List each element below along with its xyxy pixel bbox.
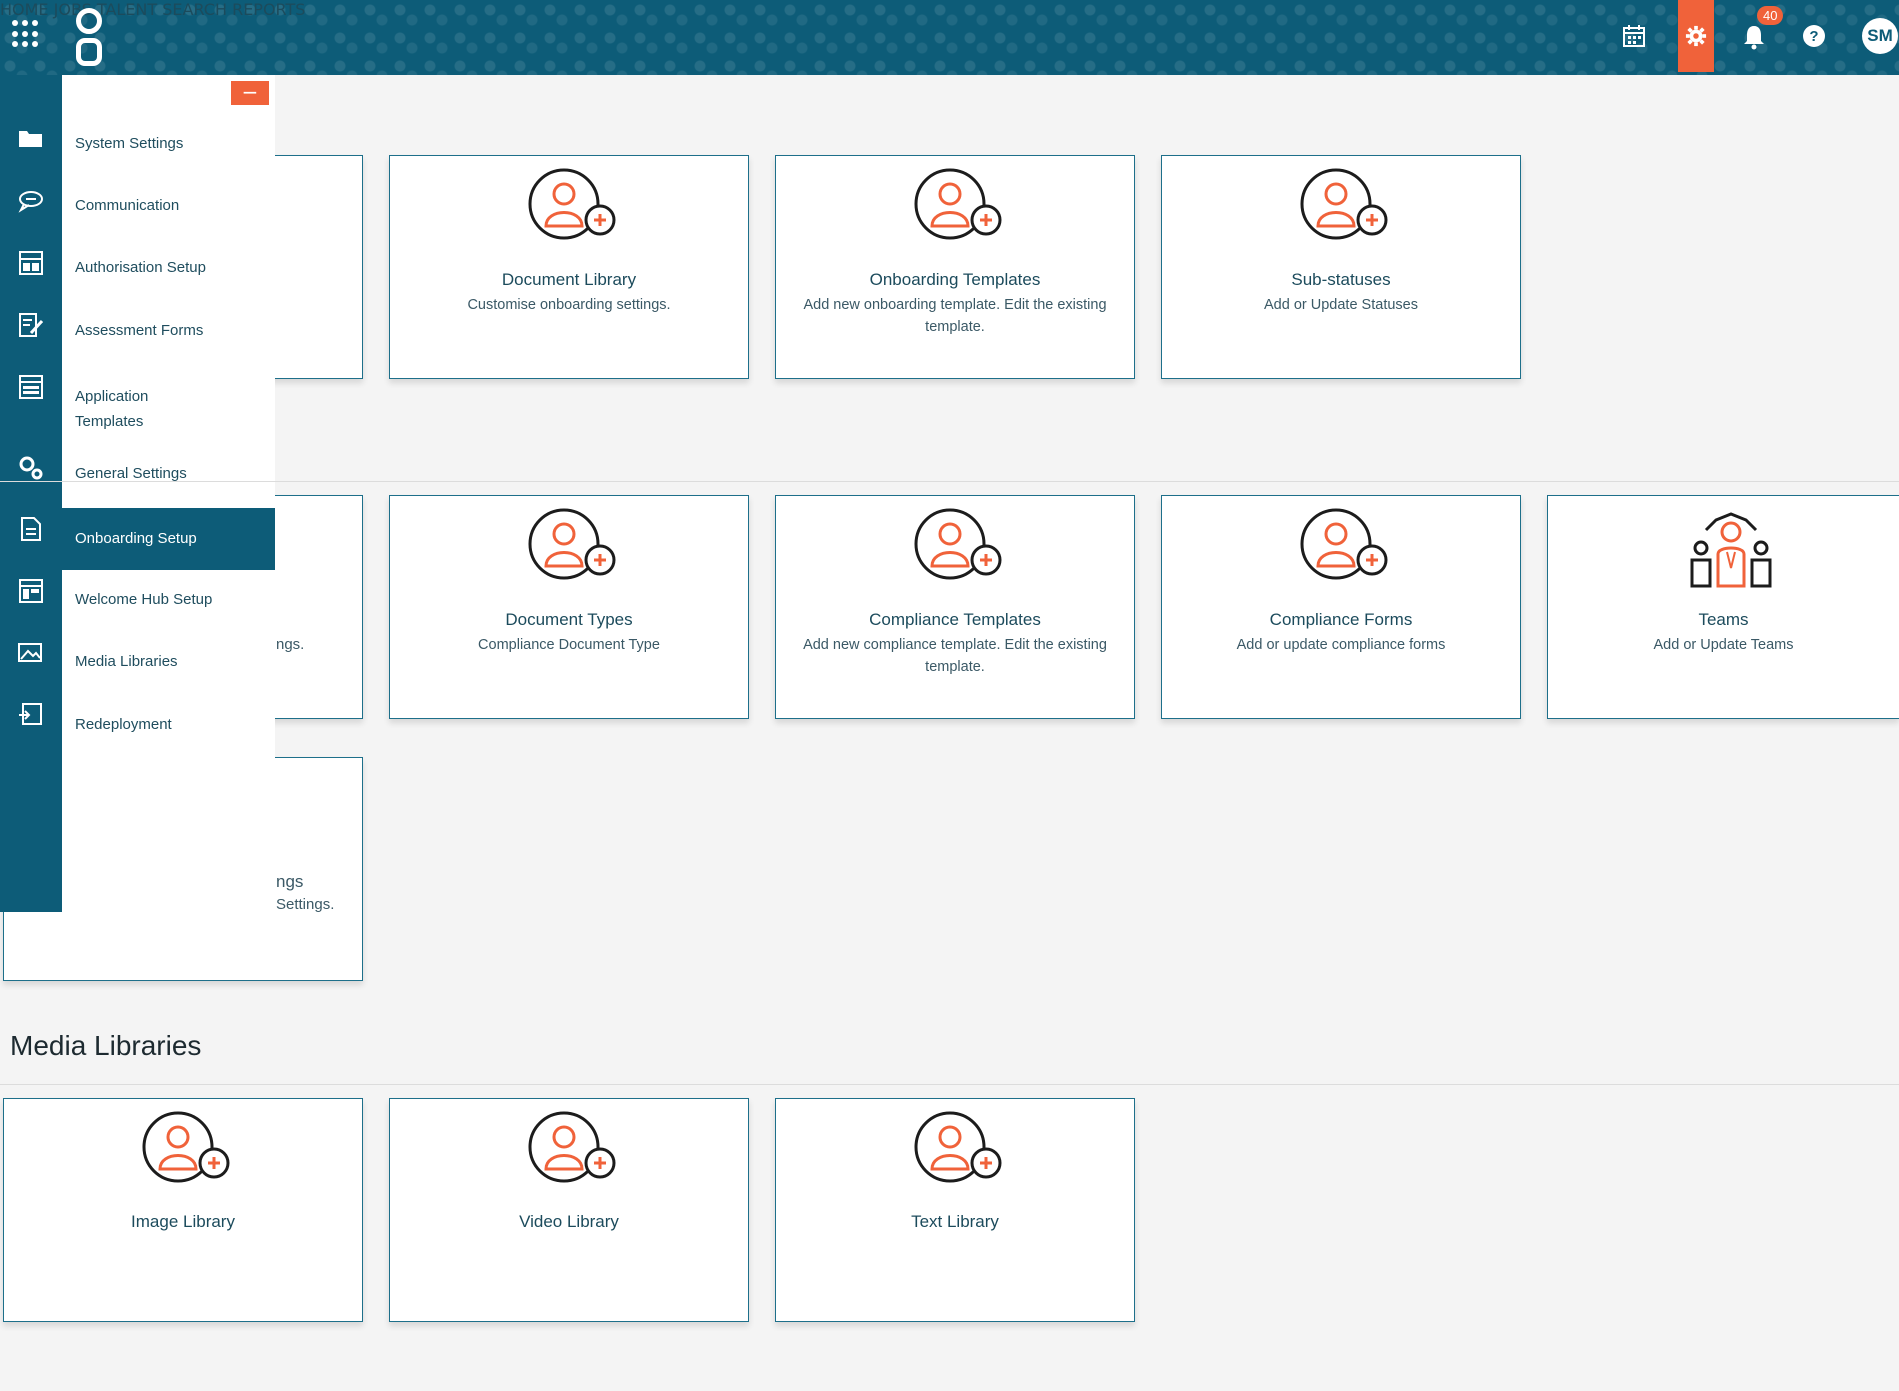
- card-title: Onboarding Templates: [869, 270, 1041, 289]
- user-add-icon: [528, 508, 616, 580]
- sidebar-item-media-libraries[interactable]: Media Libraries: [62, 653, 275, 670]
- card-compliance-templates[interactable]: Compliance Templates Add new compliance …: [775, 495, 1135, 719]
- card-document-types[interactable]: Document Types Compliance Document Type: [389, 495, 749, 719]
- card-title: Text Library: [911, 1212, 999, 1231]
- nav-reports[interactable]: REPORTS: [232, 0, 305, 19]
- card-video-library[interactable]: Video Library: [389, 1098, 749, 1322]
- card-title: Compliance Templates: [869, 610, 1041, 629]
- card-description: Customise onboarding settings.: [467, 297, 671, 313]
- apps-grid-icon[interactable]: [12, 20, 40, 48]
- card-description: Add or Update Statuses: [1264, 297, 1418, 313]
- card-title: Video Library: [519, 1212, 619, 1231]
- card-description: Add new compliance template. Edit the ex…: [803, 637, 1107, 675]
- user-avatar[interactable]: SM: [1862, 18, 1898, 54]
- edit-form-icon[interactable]: [18, 313, 44, 339]
- card-onboarding-templates[interactable]: Onboarding Templates Add new onboarding …: [775, 155, 1135, 379]
- sidebar-item-redeployment[interactable]: Redeployment: [62, 716, 275, 733]
- user-add-icon: [528, 1111, 616, 1183]
- svg-text:?: ?: [1809, 28, 1818, 45]
- layout-icon[interactable]: [18, 251, 44, 277]
- card-title: Image Library: [131, 1212, 235, 1231]
- user-add-icon: [142, 1111, 230, 1183]
- card-title: Teams: [1698, 610, 1749, 629]
- card-text-library[interactable]: Text Library: [775, 1098, 1135, 1322]
- sidebar-item-general-settings[interactable]: General Settings: [62, 465, 275, 482]
- partial-card-desc: ngs.: [276, 636, 305, 653]
- sidebar-item-welcome-hub-setup[interactable]: Welcome Hub Setup: [62, 591, 275, 608]
- collapse-menu-button[interactable]: −: [231, 81, 269, 105]
- card-description: Add or Update Teams: [1653, 637, 1794, 653]
- sidebar-item-assessment-forms[interactable]: Assessment Forms: [62, 322, 275, 339]
- card-description: Add new onboarding template. Edit the ex…: [803, 297, 1107, 335]
- card-title: Compliance Forms: [1269, 610, 1413, 629]
- top-navigation-bar: HOME JOBS TALENT SEARCH REPORTS 40 ? SM: [0, 0, 1899, 75]
- partial-card-desc: Settings.: [276, 896, 335, 913]
- settings-gear-icon[interactable]: [1678, 0, 1714, 72]
- section-divider: [0, 481, 1899, 482]
- sidebar-item-system-settings[interactable]: System Settings: [62, 135, 275, 152]
- bell-icon[interactable]: [1742, 24, 1766, 56]
- user-add-icon: [1300, 508, 1388, 580]
- notification-count-badge: 40: [1757, 6, 1784, 25]
- sidebar-icon-rail: [0, 75, 62, 912]
- image-icon[interactable]: [18, 641, 44, 667]
- card-title: Document Types: [505, 610, 633, 629]
- section-title-media-libraries: Media Libraries: [10, 1030, 202, 1061]
- section-divider: [0, 1084, 1899, 1085]
- folder-icon[interactable]: [18, 127, 44, 153]
- nav-home[interactable]: HOME: [0, 0, 49, 19]
- card-description: Add or update compliance forms: [1236, 637, 1446, 653]
- help-icon[interactable]: ?: [1802, 24, 1826, 54]
- dashboard-icon[interactable]: [18, 579, 44, 605]
- user-add-icon: [914, 508, 1002, 580]
- calendar-icon[interactable]: [1622, 24, 1646, 54]
- user-add-icon: [1300, 168, 1388, 240]
- sidebar-item-communication[interactable]: Communication: [62, 197, 275, 214]
- card-title: Document Library: [501, 270, 637, 289]
- chat-icon[interactable]: [18, 189, 44, 215]
- sidebar-item-application-templates[interactable]: Application Templates: [62, 384, 182, 434]
- partial-card-title: ngs: [276, 872, 304, 891]
- user-add-icon: [528, 168, 616, 240]
- card-description: Compliance Document Type: [478, 637, 660, 653]
- logo[interactable]: [72, 8, 106, 66]
- redeploy-icon[interactable]: [18, 703, 44, 729]
- sidebar-item-authorisation-setup[interactable]: Authorisation Setup: [62, 259, 275, 276]
- gears-icon[interactable]: [18, 455, 44, 481]
- card-compliance-forms[interactable]: Compliance Forms Add or update complianc…: [1161, 495, 1521, 719]
- document-icon[interactable]: [18, 517, 44, 543]
- user-add-icon: [914, 168, 1002, 240]
- card-sub-statuses[interactable]: Sub-statuses Add or Update Statuses: [1161, 155, 1521, 379]
- card-document-library[interactable]: Document Library Customise onboarding se…: [389, 155, 749, 379]
- sidebar-item-onboarding-setup[interactable]: Onboarding Setup: [62, 508, 275, 570]
- template-icon[interactable]: [18, 375, 44, 401]
- user-add-icon: [914, 1111, 1002, 1183]
- teams-icon: [1690, 512, 1772, 588]
- nav-search[interactable]: SEARCH: [162, 0, 227, 19]
- card-image-library[interactable]: Image Library: [3, 1098, 363, 1322]
- card-teams[interactable]: Teams Add or Update Teams: [1547, 495, 1899, 719]
- settings-flyout-menu: − System Settings Communication Authoris…: [62, 75, 275, 912]
- card-title: Sub-statuses: [1291, 270, 1391, 289]
